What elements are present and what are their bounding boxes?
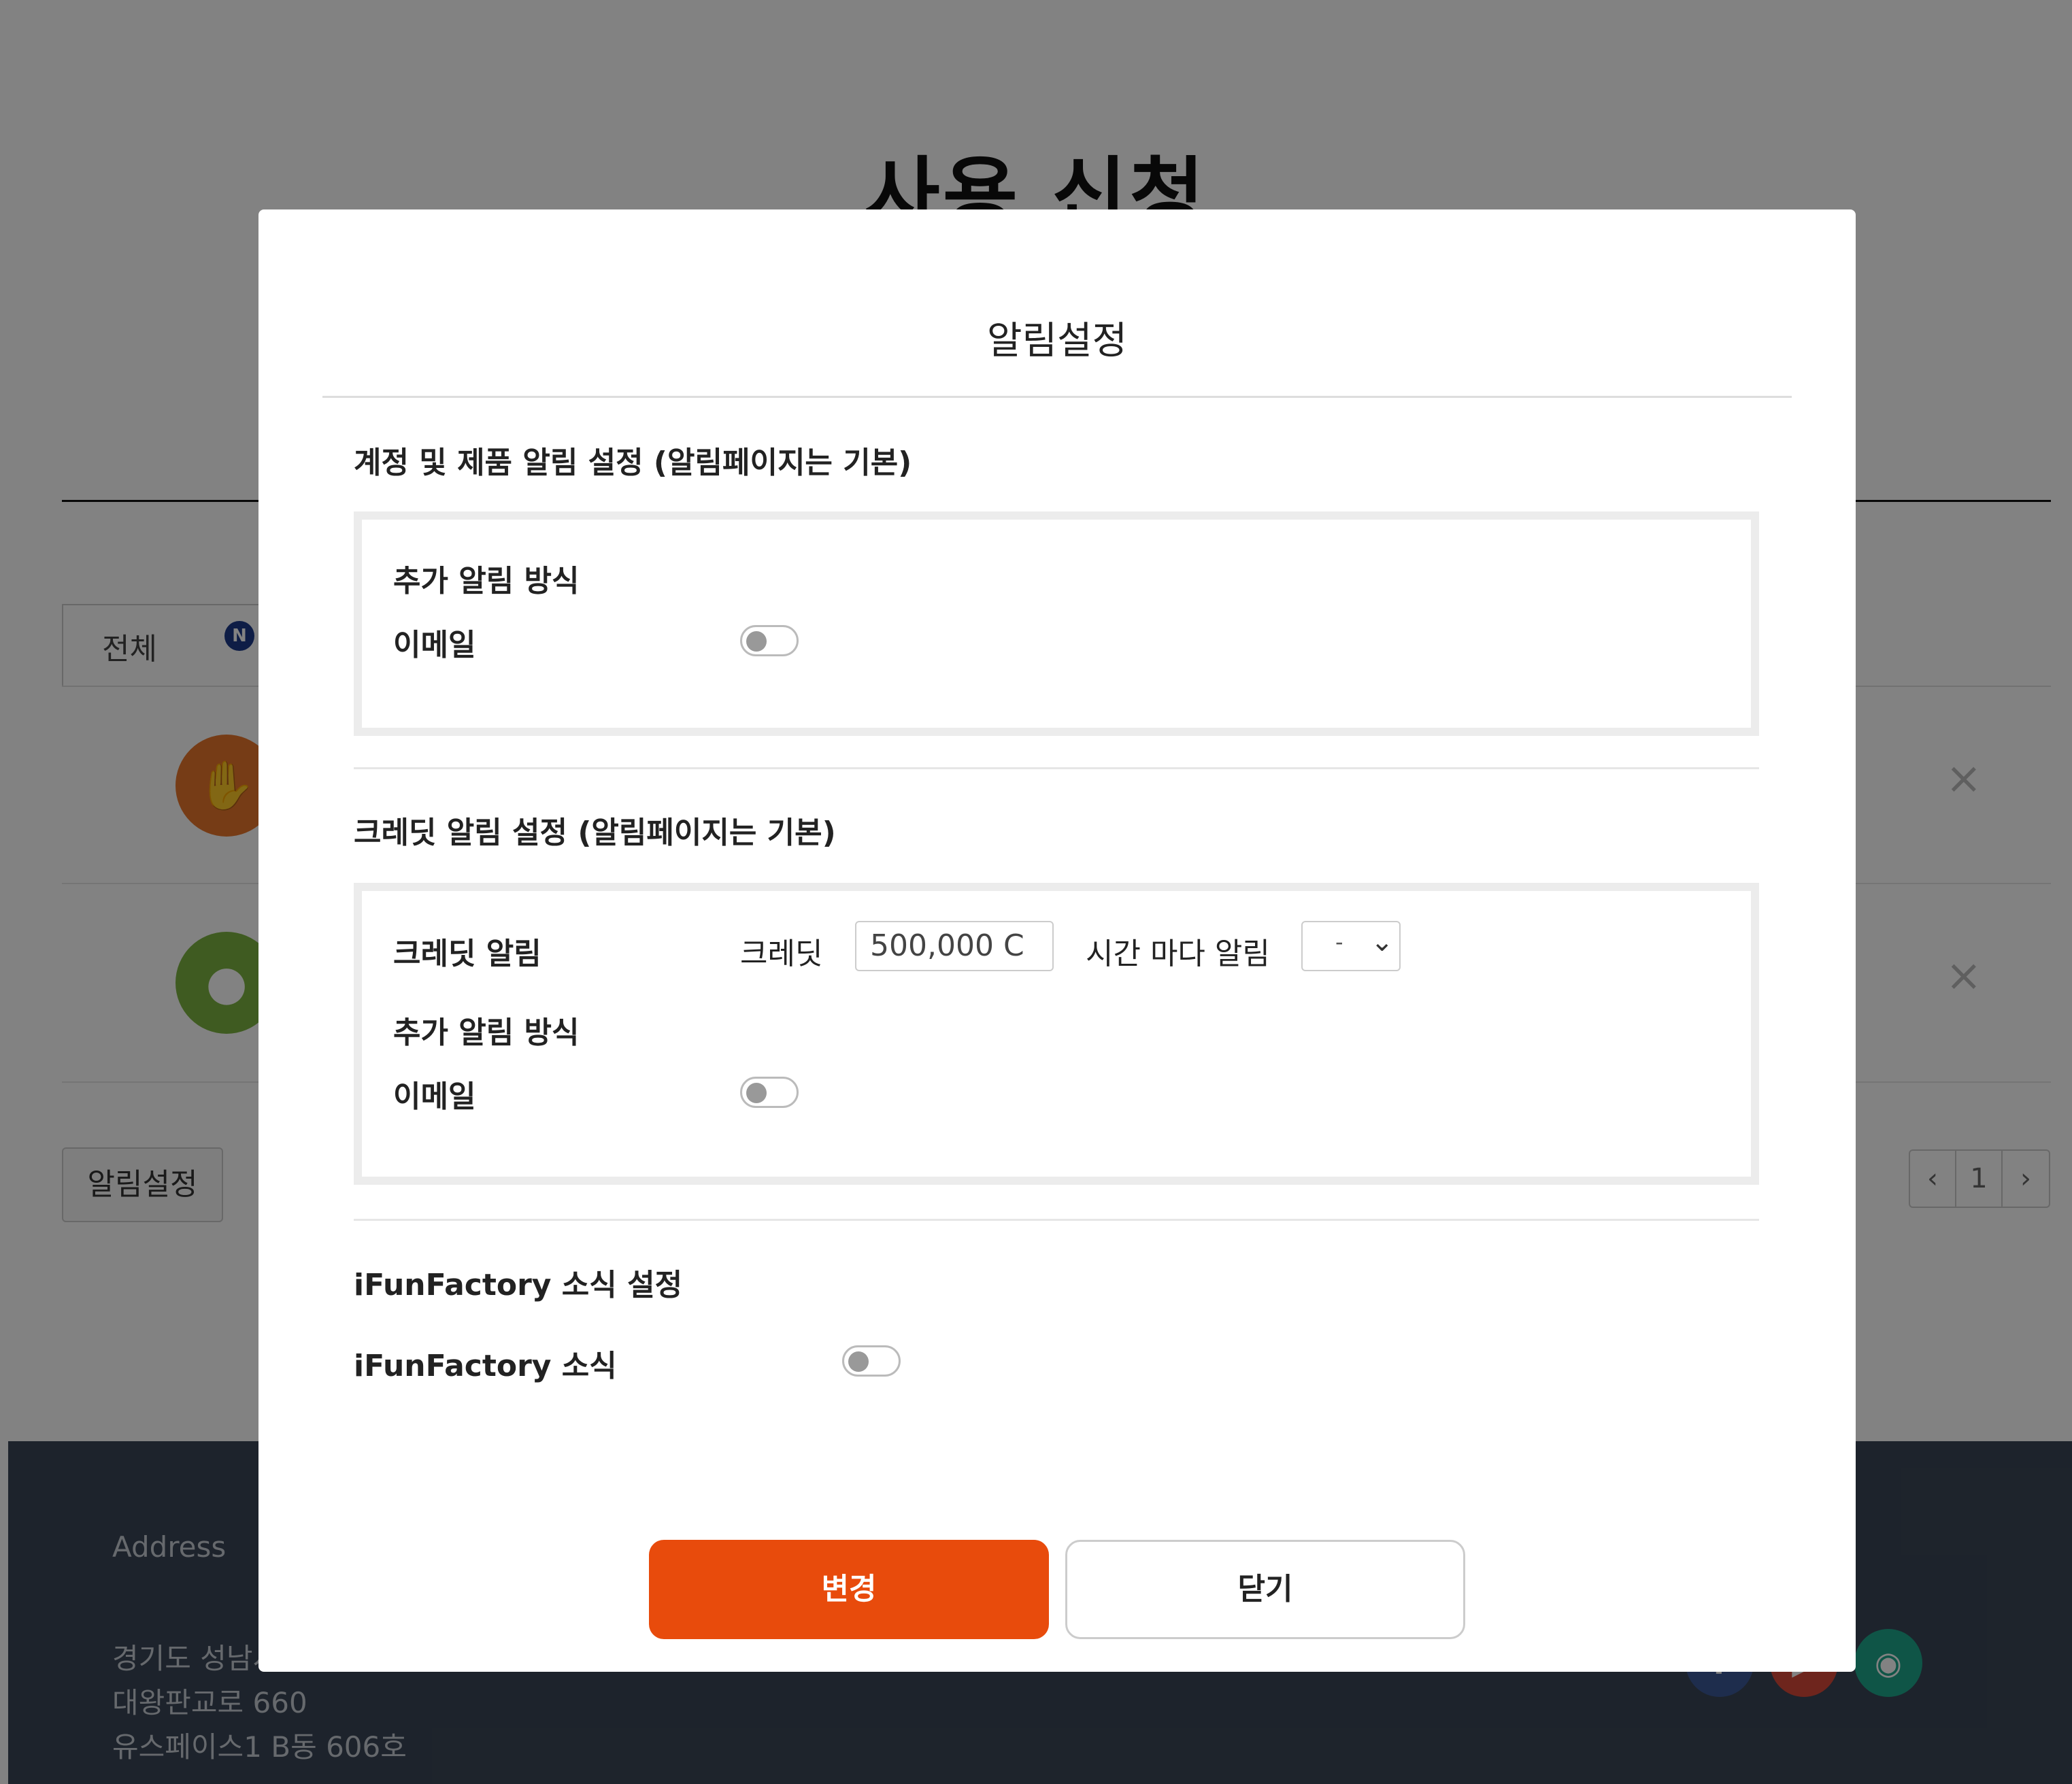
credit-email-toggle[interactable]	[740, 1077, 799, 1108]
submit-button[interactable]: 변경	[649, 1540, 1049, 1639]
credit-section-title: 크레딧 알림 설정 (알림페이지는 기본)	[354, 815, 836, 850]
close-button[interactable]: 닫기	[1065, 1540, 1465, 1639]
credit-extra-method-label: 추가 알림 방식	[393, 1015, 580, 1050]
hours-select[interactable]: - ⌄	[1301, 921, 1401, 971]
account-email-toggle[interactable]	[740, 625, 799, 656]
chevron-down-icon: ⌄	[1371, 926, 1394, 958]
account-extra-method-label: 추가 알림 방식	[393, 564, 580, 599]
toggle-knob	[746, 631, 767, 652]
credit-label: 크레딧	[740, 937, 823, 971]
toggle-knob	[848, 1351, 869, 1372]
modal-title: 알림설정	[986, 319, 1128, 363]
toggle-knob	[746, 1083, 767, 1103]
credit-email-label: 이메일	[393, 1079, 476, 1114]
section-divider	[354, 767, 1759, 769]
section-divider	[354, 1219, 1759, 1221]
hours-label: 시간 마다 알림	[1086, 937, 1270, 971]
modal-header-divider	[322, 396, 1792, 398]
credit-threshold-value: 500,000 C	[870, 928, 1024, 963]
account-email-label: 이메일	[393, 628, 476, 662]
alarm-settings-modal: 알림설정 계정 및 제품 알림 설정 (알림페이지는 기본) 추가 알림 방식 …	[258, 209, 1856, 1672]
credit-threshold-input[interactable]: 500,000 C	[855, 921, 1054, 971]
credit-alert-label: 크레딧 알림	[393, 937, 541, 971]
news-toggle[interactable]	[842, 1345, 901, 1377]
account-settings-panel	[354, 511, 1759, 736]
news-label: iFunFactory 소식	[354, 1349, 617, 1383]
hours-select-value: -	[1335, 929, 1343, 955]
news-section-title: iFunFactory 소식 설정	[354, 1268, 683, 1302]
account-section-title: 계정 및 제품 알림 설정 (알림페이지는 기본)	[354, 445, 912, 480]
